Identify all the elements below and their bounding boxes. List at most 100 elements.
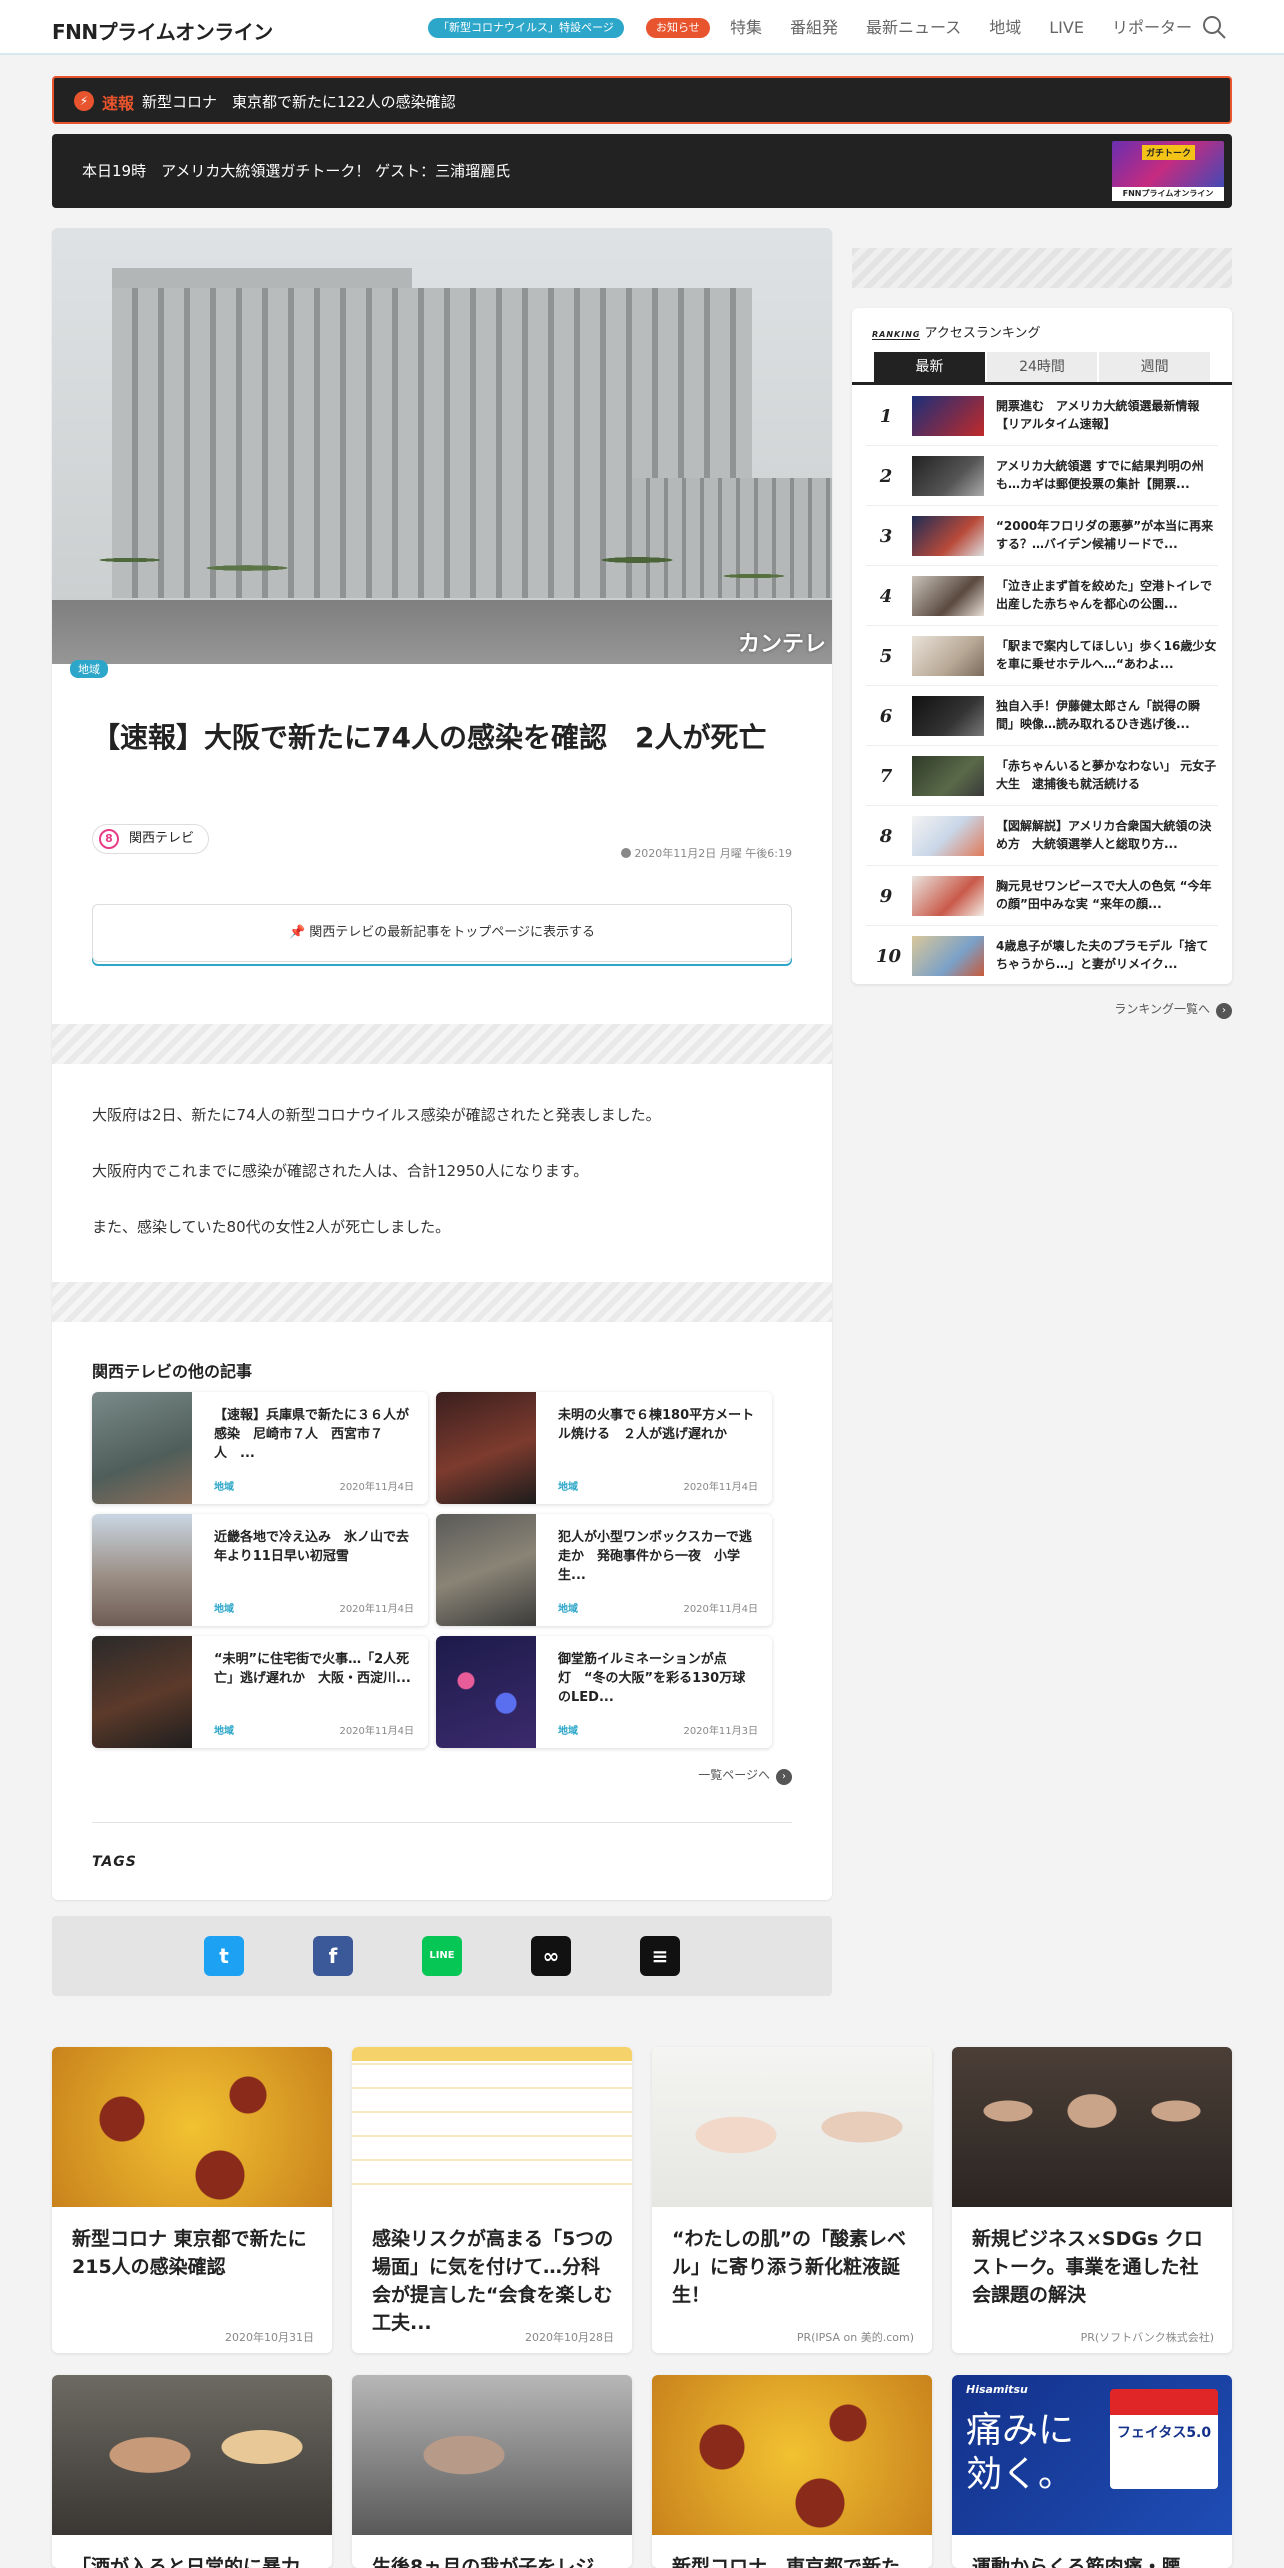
ad-brand: Hisamitsu	[966, 2383, 1028, 2396]
card-title: 新型コロナ 東京都で新たに215人の感染確認	[72, 2228, 307, 2278]
recommend-card[interactable]: 新規ビジネス×SDGs クロストーク。事業を通した社会課題の解決 PR(ソフトバ…	[952, 2047, 1232, 2353]
ranking-title: 独自入手！伊藤健太郎さん「説得の瞬間」映像…読み取れるひき逃げ後...	[996, 699, 1201, 731]
copy-link-button[interactable]: ∞	[531, 1936, 571, 1976]
ranking-tabs: 最新 24時間 週間	[874, 352, 1211, 382]
nav-item-reporters[interactable]: リポーター	[1112, 17, 1192, 39]
card-meta: 2020年10月31日	[225, 2331, 314, 2344]
ranking-item[interactable]: 10 4歳息子が壊した夫のプラモデル「捨てちゃうから…」と妻がリメイク...	[866, 926, 1218, 986]
facebook-icon: f	[328, 1944, 338, 1968]
ranking-title: 「泣き止まず首を絞めた」空港トイレで出産した赤ちゃんを都心の公園...	[996, 579, 1213, 611]
recommend-card[interactable]: 「酒が入ると日常的に暴力	[52, 2375, 332, 2568]
rank-number: 8	[879, 826, 893, 847]
other-article-card[interactable]: 御堂筋イルミネーションが点灯 “冬の大阪”を彩る130万球のLED... 地域 …	[436, 1636, 772, 1748]
article-paragraph: 大阪府は2日、新たに74人の新型コロナウイルス感染が確認されたと発表しました。	[92, 1106, 661, 1124]
live-banner[interactable]: 本日19時 アメリカ大統領選ガチトーク！ ゲスト：三浦瑠麗氏 ガチトーク FNN…	[52, 134, 1232, 208]
tab-weekly[interactable]: 週間	[1099, 352, 1211, 382]
ranking-item[interactable]: 9 胸元見せワンピースで大人の色気 “今年の顔”田中みな実 “来年の顔...	[866, 866, 1218, 926]
search-icon[interactable]	[1201, 14, 1227, 40]
tab-24h[interactable]: 24時間	[986, 352, 1098, 382]
ranking-thumbnail	[912, 636, 984, 676]
card-meta: PR(IPSA on 美的.com)	[796, 2331, 914, 2344]
line-share-button[interactable]: LINE	[422, 1936, 462, 1976]
ranking-item[interactable]: 3 “2000年フロリダの悪夢”が本当に再来する？…バイデン候補リードで...	[866, 506, 1218, 566]
article-date: 2020年11月2日 月曜 午後6:19	[621, 845, 792, 861]
other-article-card[interactable]: 近畿各地で冷え込み 氷ノ山で去年より11日早い初冠雪 地域 2020年11月4日	[92, 1514, 428, 1626]
card-title: “わたしの肌”の「酸素レベル」に寄り添う新化粧液誕生！	[672, 2228, 906, 2306]
other-articles-heading: 関西テレビの他の記事	[92, 1362, 253, 1381]
breaking-news-bar[interactable]: ⚡ 速報 新型コロナ 東京都で新たに122人の感染確認	[52, 76, 1232, 124]
article-thumbnail	[92, 1514, 192, 1626]
rank-number: 9	[879, 886, 893, 907]
comment-button[interactable]: ≡	[640, 1936, 680, 1976]
breaking-text[interactable]: 新型コロナ 東京都で新たに122人の感染確認	[142, 91, 456, 112]
article-thumbnail	[436, 1392, 536, 1504]
recommend-card[interactable]: 生後8ヵ月の我が子をレジ	[352, 2375, 632, 2568]
ranking-item[interactable]: 5 「駅まで案内してほしい」歩く16歳少女を車に乗せホテルへ…“あわよ...	[866, 626, 1218, 686]
rank-number: 1	[879, 406, 893, 427]
other-article-title: 近畿各地で冷え込み 氷ノ山で去年より11日早い初冠雪	[214, 1530, 410, 1564]
recommend-card[interactable]: “わたしの肌”の「酸素レベル」に寄り添う新化粧液誕生！ PR(IPSA on 美…	[652, 2047, 932, 2353]
recommend-card[interactable]: Hisamitsu 痛みに効く。 フェイタス5.0 運動からくる筋肉痛・腰	[952, 2375, 1232, 2568]
region-label: 地域	[214, 1604, 234, 1615]
sidebar-ad-placeholder	[852, 248, 1232, 288]
thumbnail-tag: ガチトーク	[1142, 145, 1196, 160]
other-article-card[interactable]: 未明の火事で６棟180平方メートル焼ける ２人が逃げ遅れか 地域 2020年11…	[436, 1392, 772, 1504]
card-image	[352, 2047, 632, 2207]
other-article-title: 犯人が小型ワンボックスカーで逃走か 発砲事件から一夜 小学生...	[558, 1530, 752, 1583]
ad-headline: 痛みに効く。	[966, 2410, 1075, 2495]
notice-link[interactable]: お知らせ	[646, 18, 710, 38]
ranking-title: 【図解解説】アメリカ合衆国大統領の決め方 大統領選挙人と総取り方...	[996, 819, 1212, 851]
link-icon: ∞	[542, 1944, 560, 1968]
facebook-share-button[interactable]: f	[313, 1936, 353, 1976]
source-name: 関西テレビ	[129, 831, 195, 846]
corona-special-link[interactable]: 「新型コロナウイルス」特設ページ	[428, 18, 624, 38]
article-paragraph: また、感染していた80代の女性2人が死亡しました。	[92, 1218, 451, 1236]
access-ranking: RANKING アクセスランキング 最新 24時間 週間 1 開票進む アメリカ大統…	[852, 308, 1232, 984]
ad-product-box: フェイタス5.0	[1110, 2389, 1218, 2489]
region-badge[interactable]: 地域	[70, 660, 108, 678]
main-nav: 特集 番組発 最新ニュース 地域 LIVE リポーター	[730, 17, 1220, 39]
other-article-date: 2020年11月4日	[339, 1726, 414, 1737]
ranking-item[interactable]: 1 開票進む アメリカ大統領選最新情報【リアルタイム速報】	[866, 386, 1218, 446]
recommend-card[interactable]: 新型コロナ 東京都で新たに215人の感染確認 2020年10月31日	[52, 2047, 332, 2353]
ranking-thumbnail	[912, 756, 984, 796]
other-article-card[interactable]: 【速報】兵庫県で新たに３６人が感染 尼崎市７人 西宮市７人 ... 地域 202…	[92, 1392, 428, 1504]
ranking-item[interactable]: 8 【図解解説】アメリカ合衆国大統領の決め方 大統領選挙人と総取り方...	[866, 806, 1218, 866]
region-label: 地域	[558, 1482, 578, 1493]
source-link[interactable]: 8 関西テレビ	[92, 824, 210, 854]
chevron-right-icon: ›	[776, 1769, 792, 1785]
ranking-more-link[interactable]: ランキング一覧へ ›	[1114, 1000, 1232, 1019]
ranking-title: 開票進む アメリカ大統領選最新情報【リアルタイム速報】	[996, 399, 1200, 431]
other-article-title: “未明”に住宅街で火事…「2人死亡」逃げ遅れか 大阪・西淀川...	[214, 1652, 411, 1686]
card-image	[952, 2047, 1232, 2207]
other-article-card[interactable]: 犯人が小型ワンボックスカーで逃走か 発砲事件から一夜 小学生... 地域 202…	[436, 1514, 772, 1626]
twitter-share-button[interactable]: t	[204, 1936, 244, 1976]
nav-item-regional[interactable]: 地域	[989, 17, 1021, 39]
ranking-item[interactable]: 4 「泣き止まず首を絞めた」空港トイレで出産した赤ちゃんを都心の公園...	[866, 566, 1218, 626]
ranking-title: アメリカ大統領選 すでに結果判明の州も…カギは郵便投票の集計【開票...	[996, 459, 1204, 491]
ranking-item[interactable]: 7 「赤ちゃんいると夢かなわない」 元女子大生 逮捕後も就活続ける	[866, 746, 1218, 806]
other-articles-more-link[interactable]: 一覧ページへ ›	[698, 1766, 792, 1785]
rank-number: 2	[879, 466, 893, 487]
other-article-card[interactable]: “未明”に住宅街で火事…「2人死亡」逃げ遅れか 大阪・西淀川... 地域 202…	[92, 1636, 428, 1748]
ranking-item[interactable]: 6 独自入手！伊藤健太郎さん「説得の瞬間」映像…読み取れるひき逃げ後...	[866, 686, 1218, 746]
ranking-title: 「赤ちゃんいると夢かなわない」 元女子大生 逮捕後も就活続ける	[996, 759, 1217, 791]
ranking-item[interactable]: 2 アメリカ大統領選 すでに結果判明の州も…カギは郵便投票の集計【開票...	[866, 446, 1218, 506]
lightning-icon: ⚡	[74, 91, 94, 111]
article-thumbnail	[92, 1392, 192, 1504]
site-logo[interactable]: FNNプライムオンライン	[52, 16, 273, 45]
recommend-card[interactable]: 感染リスクが高まる「5つの場面」に気を付けて…分科会が提言した“会食を楽しむ工夫…	[352, 2047, 632, 2353]
article-paragraph: 大阪府内でこれまでに感染が確認された人は、合計12950人になります。	[92, 1162, 589, 1180]
region-label: 地域	[558, 1726, 578, 1737]
nav-item-live[interactable]: LIVE	[1049, 17, 1084, 39]
follow-source-button[interactable]: 📌 関西テレビの最新記事をトップページに表示する	[92, 904, 792, 962]
recommend-card[interactable]: 新型コロナ 東京都で新た	[652, 2375, 932, 2568]
ktv-logo-icon: 8	[99, 829, 119, 849]
nav-item-latest-news[interactable]: 最新ニュース	[866, 17, 961, 39]
tab-latest[interactable]: 最新	[874, 352, 985, 382]
other-article-title: 【速報】兵庫県で新たに３６人が感染 尼崎市７人 西宮市７人 ...	[214, 1408, 410, 1461]
card-meta: PR(ソフトバンク株式会社)	[1080, 2331, 1214, 2344]
nav-item-programs[interactable]: 番組発	[790, 17, 838, 39]
ranking-thumbnail	[912, 876, 984, 916]
nav-item-features[interactable]: 特集	[730, 17, 762, 39]
